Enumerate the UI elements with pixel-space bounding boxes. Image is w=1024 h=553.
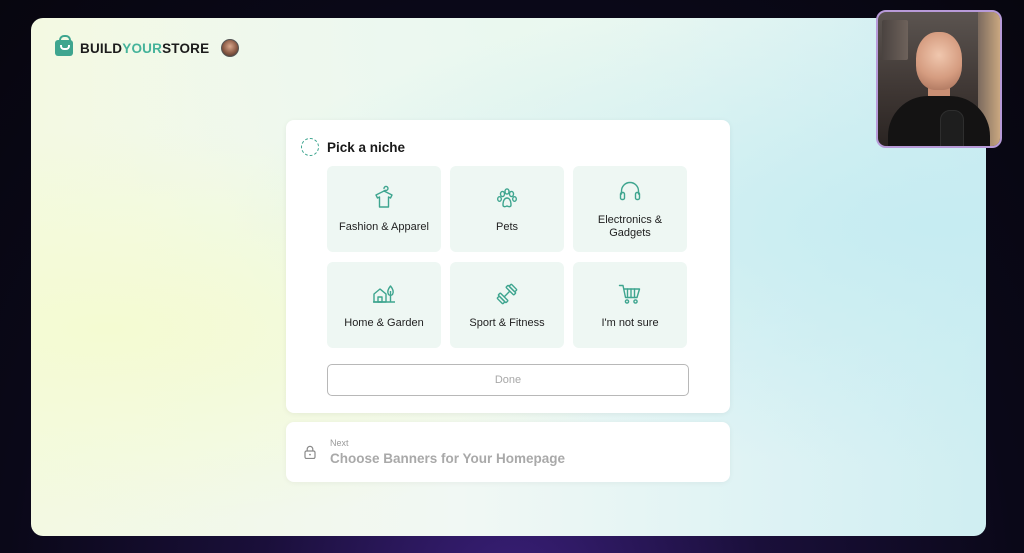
niche-option-home-garden[interactable]: Home & Garden (327, 262, 441, 348)
brand-name: BUILDYOURSTORE (80, 40, 210, 56)
niche-label: Electronics & Gadgets (597, 214, 663, 239)
brand-logo[interactable]: BUILDYOURSTORE (55, 35, 240, 57)
webcam-overlay (876, 10, 1002, 148)
user-avatar[interactable] (221, 39, 240, 57)
niche-option-not-sure[interactable]: I'm not sure (573, 262, 687, 348)
niche-label: Fashion & Apparel (339, 220, 429, 233)
webcam-person-head (916, 32, 962, 90)
pick-niche-card: Pick a niche Fashion & Apparel Pets Elec… (286, 120, 730, 413)
webcam-background-shelf (882, 20, 908, 60)
shopping-bag-icon (55, 35, 73, 56)
niche-option-electronics[interactable]: Electronics & Gadgets (573, 166, 687, 252)
next-step-label: Next (330, 438, 349, 448)
step-progress-icon (301, 138, 319, 156)
niche-grid: Fashion & Apparel Pets Electronics & Gad… (327, 166, 689, 348)
niche-option-sport-fitness[interactable]: Sport & Fitness (450, 262, 564, 348)
cart-icon (618, 284, 641, 304)
done-button[interactable]: Done (327, 364, 689, 396)
niche-label: Home & Garden (344, 316, 424, 329)
webcam-person-body (888, 96, 990, 146)
niche-label: I'm not sure (601, 316, 659, 329)
niche-option-pets[interactable]: Pets (450, 166, 564, 252)
step-title: Pick a niche (327, 139, 406, 155)
lock-icon (304, 445, 316, 459)
shirt-icon (375, 185, 393, 208)
niche-option-fashion[interactable]: Fashion & Apparel (327, 166, 441, 252)
niche-label: Sport & Fitness (469, 316, 545, 329)
next-step-title: Choose Banners for Your Homepage (330, 451, 566, 466)
house-tree-icon (373, 284, 395, 303)
paw-icon (497, 187, 518, 207)
dumbbell-icon (496, 283, 518, 304)
step-header: Pick a niche (301, 138, 405, 156)
next-step-card: Next Choose Banners for Your Homepage (286, 422, 730, 482)
niche-label: Pets (495, 220, 518, 233)
microphone-icon (940, 110, 964, 146)
headphones-icon (619, 181, 641, 201)
app-frame: BUILDYOURSTORE Pick a niche Fashion & Ap… (31, 18, 986, 536)
